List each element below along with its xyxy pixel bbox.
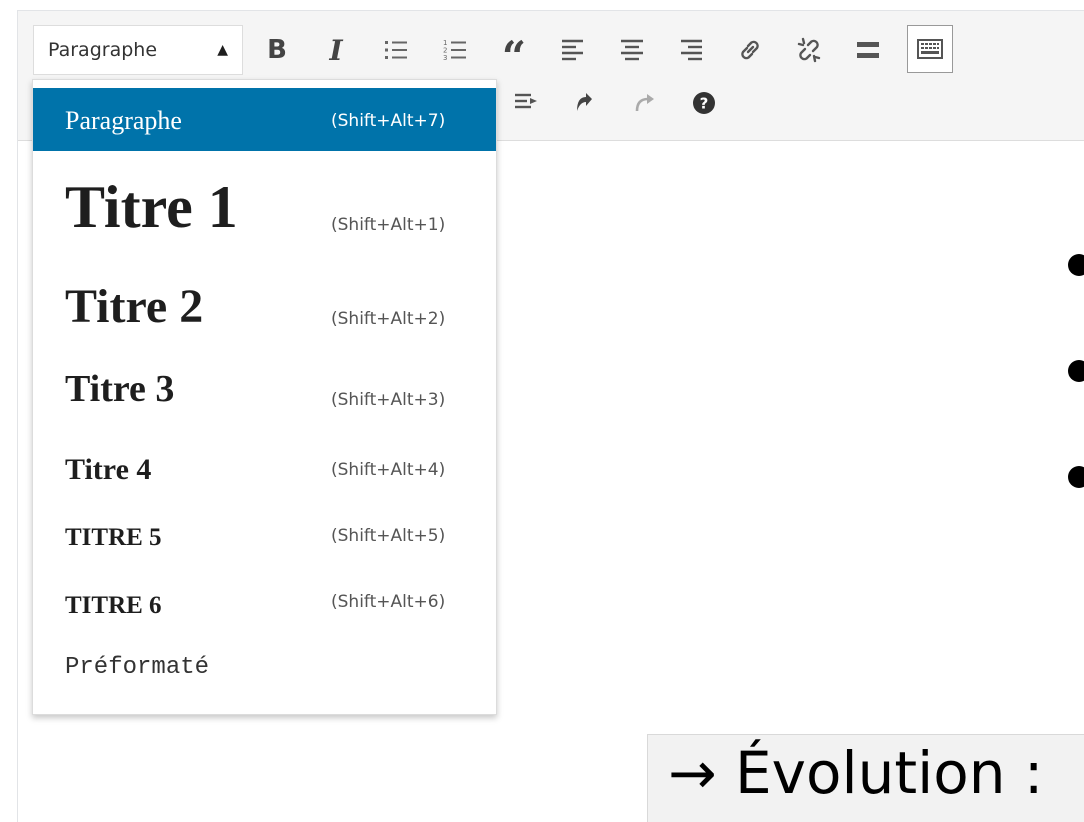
format-select-value: Paragraphe	[48, 39, 158, 61]
format-option-shortcut: (Shift+Alt+2)	[331, 309, 446, 329]
format-option-label: Préformaté	[65, 654, 210, 681]
format-option-label: Titre 3	[65, 368, 175, 410]
italic-button[interactable]: I	[314, 28, 358, 72]
read-more-button[interactable]	[846, 28, 890, 72]
align-right-icon	[681, 39, 702, 61]
help-button[interactable]: ?	[682, 81, 726, 125]
align-center-icon	[621, 39, 643, 61]
format-option-shortcut: (Shift+Alt+4)	[331, 460, 446, 480]
bullet-point	[1068, 254, 1084, 276]
undo-icon	[577, 93, 592, 111]
format-option-shortcut: (Shift+Alt+5)	[331, 526, 446, 546]
unlink-icon	[797, 37, 821, 63]
numbered-list-button[interactable]: 123	[433, 28, 477, 72]
format-option-label: TITRE 6	[65, 592, 162, 619]
unlink-button[interactable]	[787, 28, 831, 72]
format-option-label: Titre 2	[65, 280, 204, 333]
format-option-heading-5[interactable]: TITRE 5 (Shift+Alt+5)	[33, 504, 496, 572]
numbered-list-icon: 123	[443, 39, 466, 62]
format-option-heading-4[interactable]: Titre 4 (Shift+Alt+4)	[33, 433, 496, 504]
format-option-shortcut: (Shift+Alt+1)	[331, 215, 446, 235]
format-option-heading-3[interactable]: Titre 3 (Shift+Alt+3)	[33, 351, 496, 433]
format-select[interactable]: Paragraphe ▲	[33, 25, 243, 75]
svg-text:?: ?	[700, 95, 709, 113]
format-option-label: TITRE 5	[65, 524, 162, 551]
bullet-list-button[interactable]	[374, 28, 418, 72]
format-option-label: Titre 1	[65, 174, 238, 240]
indent-icon	[515, 93, 537, 109]
format-option-heading-6[interactable]: TITRE 6 (Shift+Alt+6)	[33, 572, 496, 636]
align-left-icon	[562, 39, 583, 61]
caret-up-icon: ▲	[217, 42, 228, 58]
format-option-heading-1[interactable]: Titre 1 (Shift+Alt+1)	[33, 151, 496, 259]
format-option-label: Titre 4	[65, 453, 152, 486]
format-option-heading-2[interactable]: Titre 2 (Shift+Alt+2)	[33, 259, 496, 351]
align-left-button[interactable]	[551, 28, 595, 72]
blockquote-button[interactable]: “	[492, 28, 536, 79]
align-center-button[interactable]	[610, 28, 654, 72]
indent-button[interactable]	[505, 81, 549, 125]
format-dropdown-menu: Paragraphe (Shift+Alt+7) Titre 1 (Shift+…	[32, 79, 497, 715]
read-more-icon	[857, 42, 879, 58]
redo-button	[623, 81, 667, 125]
align-right-button[interactable]	[669, 28, 713, 72]
redo-icon	[635, 94, 654, 112]
format-option-label: Paragraphe	[65, 106, 182, 135]
undo-button[interactable]	[564, 81, 608, 125]
italic-icon: I	[329, 33, 343, 67]
bold-icon: B	[267, 35, 287, 65]
link-button[interactable]	[728, 28, 772, 72]
format-option-paragraph[interactable]: Paragraphe (Shift+Alt+7)	[33, 88, 496, 151]
format-option-shortcut: (Shift+Alt+3)	[331, 390, 446, 410]
bold-button[interactable]: B	[255, 28, 299, 72]
blockquote-icon: “	[501, 32, 527, 81]
format-option-shortcut: (Shift+Alt+7)	[331, 111, 446, 131]
toolbar-toggle-button[interactable]	[907, 25, 953, 73]
bullet-point	[1068, 360, 1084, 382]
format-option-shortcut: (Shift+Alt+6)	[331, 592, 446, 612]
evolution-heading: → Évolution :	[668, 739, 1044, 807]
bullet-list-icon	[385, 41, 407, 59]
help-icon: ?	[693, 92, 715, 114]
bullet-point	[1068, 466, 1084, 488]
link-icon	[741, 40, 759, 60]
svg-text:3: 3	[443, 54, 447, 62]
format-option-preformatted[interactable]: Préformaté	[33, 636, 496, 700]
toolbar-toggle-icon	[917, 39, 943, 59]
